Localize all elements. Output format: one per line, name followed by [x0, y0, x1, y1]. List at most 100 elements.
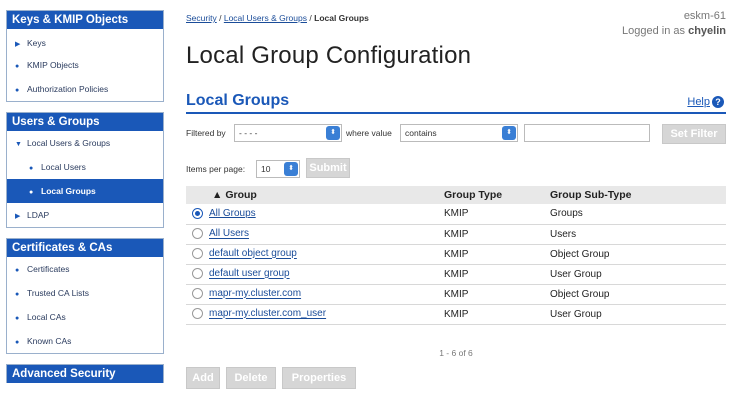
- pagination-summary: 1 - 6 of 6: [439, 348, 473, 358]
- breadcrumb-separator: /: [219, 13, 222, 23]
- sidebar-section-users-groups: Users & Groups ▼ Local Users & Groups ● Lo…: [6, 112, 164, 228]
- group-link[interactable]: default object group: [209, 249, 297, 260]
- group-type-cell: KMIP: [444, 264, 550, 285]
- breadcrumb-current: Local Groups: [314, 13, 369, 23]
- sidebar-item-trusted-ca-lists[interactable]: ● Trusted CA Lists: [7, 281, 163, 305]
- bullet-icon: ●: [15, 315, 20, 322]
- group-sub-type-cell: User Group: [550, 264, 726, 285]
- group-sub-type-cell: User Group: [550, 304, 726, 325]
- group-type-cell: KMIP: [444, 284, 550, 305]
- where-value-label: where value: [346, 128, 392, 138]
- user-info: eskm-61 Logged in as chyelin: [622, 9, 726, 39]
- select-arrows-icon: ⬍: [502, 126, 516, 140]
- filter-value-input[interactable]: [524, 124, 650, 142]
- group-link[interactable]: default user group: [209, 269, 290, 280]
- items-per-page-select[interactable]: 10 ⬍: [256, 160, 300, 178]
- group-sub-type-cell: Object Group: [550, 284, 726, 305]
- sidebar-item-known-cas[interactable]: ● Known CAs: [7, 329, 163, 353]
- group-type-cell: KMIP: [444, 304, 550, 325]
- properties-button[interactable]: Properties: [282, 367, 356, 389]
- sidebar-item-kmip-objects[interactable]: ● KMIP Objects: [7, 53, 163, 77]
- groups-table: ▲ Group Group Type Group Sub-Type All Gr…: [186, 186, 726, 325]
- breadcrumb-security[interactable]: Security: [186, 13, 217, 23]
- group-type-cell: KMIP: [444, 224, 550, 245]
- filter-row: Filtered by - - - - ⬍ where value contai…: [186, 124, 726, 144]
- sidebar-item-ldap[interactable]: ▶ LDAP: [7, 203, 163, 227]
- action-buttons: Add Delete Properties: [186, 367, 486, 389]
- group-type-cell: KMIP: [444, 244, 550, 265]
- sort-ascending-icon: ▲: [212, 189, 223, 201]
- page-title: Local Group Configuration: [186, 42, 472, 69]
- group-type-cell: KMIP: [444, 204, 550, 225]
- row-select-radio[interactable]: [192, 308, 203, 320]
- submit-button[interactable]: Submit: [306, 158, 350, 178]
- bullet-icon: ●: [29, 189, 34, 196]
- sidebar-item-local-users-groups[interactable]: ▼ Local Users & Groups: [7, 131, 163, 155]
- set-filter-button[interactable]: Set Filter: [662, 124, 726, 144]
- row-select-radio[interactable]: [192, 228, 203, 240]
- help-link[interactable]: Help?: [687, 96, 724, 109]
- group-link[interactable]: mapr-my.cluster.com: [209, 289, 301, 300]
- sidebar-item-local-groups[interactable]: ● Local Groups: [7, 179, 163, 203]
- select-arrows-icon: ⬍: [326, 126, 340, 140]
- group-sub-type-cell: Groups: [550, 204, 726, 225]
- sidebar: Keys & KMIP Objects ▶ Keys ● KMIP Objects …: [6, 10, 164, 393]
- sidebar-item-local-users[interactable]: ● Local Users: [7, 155, 163, 179]
- add-button[interactable]: Add: [186, 367, 220, 389]
- sidebar-item-certificates[interactable]: ● Certificates: [7, 257, 163, 281]
- hostname: eskm-61: [683, 10, 726, 22]
- section-title: Local Groups: [186, 92, 290, 109]
- column-header-group-sub-type[interactable]: Group Sub-Type: [550, 186, 726, 204]
- main-content: Security / Local Users & Groups / Local …: [186, 0, 732, 397]
- select-arrows-icon: ⬍: [284, 162, 298, 176]
- breadcrumb-local-users-groups[interactable]: Local Users & Groups: [224, 13, 307, 23]
- table-row: mapr-my.cluster.com_user KMIP User Group: [186, 304, 726, 325]
- table-header-row: ▲ Group Group Type Group Sub-Type: [186, 186, 726, 204]
- delete-button[interactable]: Delete: [226, 367, 276, 389]
- sidebar-item-local-cas[interactable]: ● Local CAs: [7, 305, 163, 329]
- group-link[interactable]: All Groups: [209, 208, 256, 219]
- sidebar-item-keys[interactable]: ▶ Keys: [7, 29, 163, 53]
- bullet-icon: ●: [15, 267, 20, 274]
- sidebar-heading-certificates: Certificates & CAs: [7, 239, 163, 257]
- sidebar-heading-advanced-security[interactable]: Advanced Security: [7, 365, 163, 383]
- filter-condition-select[interactable]: contains ⬍: [400, 124, 518, 142]
- row-select-radio[interactable]: [192, 208, 203, 220]
- sidebar-section-advanced-security: Advanced Security: [6, 364, 164, 383]
- sidebar-item-authorization-policies[interactable]: ● Authorization Policies: [7, 77, 163, 101]
- table-row: mapr-my.cluster.com KMIP Object Group: [186, 284, 726, 305]
- group-sub-type-cell: Users: [550, 224, 726, 245]
- group-link[interactable]: mapr-my.cluster.com_user: [209, 309, 326, 320]
- table-row: default user group KMIP User Group: [186, 264, 726, 285]
- section-header: Local Groups Help?: [186, 92, 726, 114]
- group-link[interactable]: All Users: [209, 229, 249, 240]
- bullet-icon: ●: [29, 165, 34, 172]
- column-header-group-type[interactable]: Group Type: [444, 186, 550, 204]
- breadcrumb-separator: /: [309, 13, 312, 23]
- items-per-page-row: Items per page: 10 ⬍ Submit: [186, 158, 386, 180]
- expand-icon: ▶: [15, 213, 21, 220]
- column-header-group[interactable]: ▲ Group: [186, 186, 444, 204]
- group-sub-type-cell: Object Group: [550, 244, 726, 265]
- sidebar-heading-users-groups: Users & Groups: [7, 113, 163, 131]
- bullet-icon: ●: [15, 87, 20, 94]
- sidebar-section-keys: Keys & KMIP Objects ▶ Keys ● KMIP Objects …: [6, 10, 164, 102]
- collapse-icon: ▼: [15, 141, 22, 148]
- row-select-radio[interactable]: [192, 248, 203, 260]
- help-icon: ?: [712, 96, 724, 109]
- row-select-radio[interactable]: [192, 288, 203, 300]
- bullet-icon: ●: [15, 63, 20, 70]
- logged-in-line: Logged in as chyelin: [622, 25, 726, 37]
- row-select-radio[interactable]: [192, 268, 203, 280]
- sidebar-section-certificates: Certificates & CAs ● Certificates ● Truste…: [6, 238, 164, 354]
- sidebar-heading-keys: Keys & KMIP Objects: [7, 11, 163, 29]
- table-row: All Groups KMIP Groups: [186, 204, 726, 225]
- bullet-icon: ●: [15, 291, 20, 298]
- items-per-page-label: Items per page:: [186, 164, 246, 174]
- bullet-icon: ●: [15, 339, 20, 346]
- filtered-by-label: Filtered by: [186, 128, 226, 138]
- table-row: default object group KMIP Object Group: [186, 244, 726, 265]
- filter-field-select[interactable]: - - - - ⬍: [234, 124, 342, 142]
- table-row: All Users KMIP Users: [186, 224, 726, 245]
- username: chyelin: [688, 25, 726, 37]
